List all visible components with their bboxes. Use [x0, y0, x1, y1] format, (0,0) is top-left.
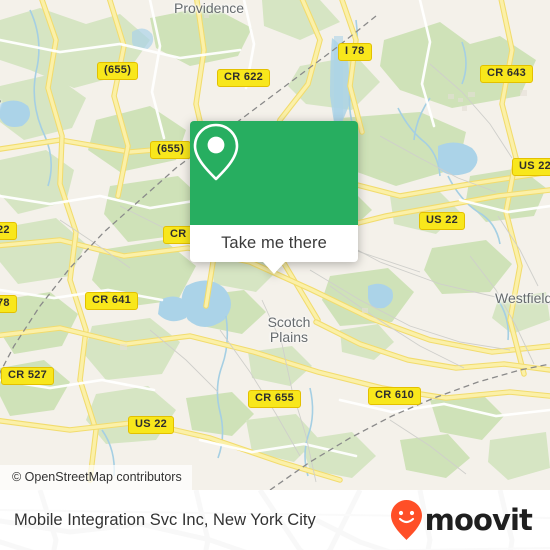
road-shield: CR 643: [480, 65, 534, 83]
location-callout[interactable]: Take me there: [190, 121, 358, 274]
moovit-map-page: .green { fill:#d6e5c3; } .green2 { fill:…: [0, 0, 550, 550]
road-shield: CR 527: [1, 367, 55, 385]
road-shield: CR 610: [368, 387, 422, 405]
location-pin-icon: [193, 123, 239, 181]
road-shield: 78: [0, 295, 17, 313]
road-shield: US 22: [512, 158, 550, 176]
place-label-scotch-plains: Scotch Plains: [267, 314, 311, 345]
road-shield: (655): [97, 62, 139, 80]
road-shield: US 22: [419, 212, 466, 230]
road-shield: CR 622: [217, 69, 271, 87]
page-footer: Mobile Integration Svc Inc, New York Cit…: [0, 490, 550, 550]
moovit-smiley-pin-icon: [390, 500, 422, 540]
map-canvas[interactable]: .green { fill:#d6e5c3; } .green2 { fill:…: [0, 0, 550, 490]
place-label-westfield: Westfield: [495, 290, 550, 306]
road-shield: CR 655: [248, 390, 302, 408]
callout-tail: [263, 262, 285, 274]
take-me-there-label[interactable]: Take me there: [190, 225, 358, 262]
place-label-partial-left: y: [0, 96, 1, 111]
moovit-wordmark: moovit: [424, 502, 533, 537]
footer-place-title: Mobile Integration Svc Inc, New York Cit…: [14, 510, 316, 529]
road-shield: I 78: [338, 43, 372, 61]
road-shield: CR 641: [85, 292, 139, 310]
road-shield: US 22: [128, 416, 175, 434]
osm-attribution[interactable]: © OpenStreetMap contributors: [0, 465, 192, 490]
place-label-providence: Providence: [174, 0, 245, 16]
moovit-brand[interactable]: moovit: [390, 499, 533, 541]
callout-image-panel: [190, 121, 358, 225]
road-shield: (655): [150, 141, 192, 159]
road-shield: 22: [0, 222, 17, 240]
